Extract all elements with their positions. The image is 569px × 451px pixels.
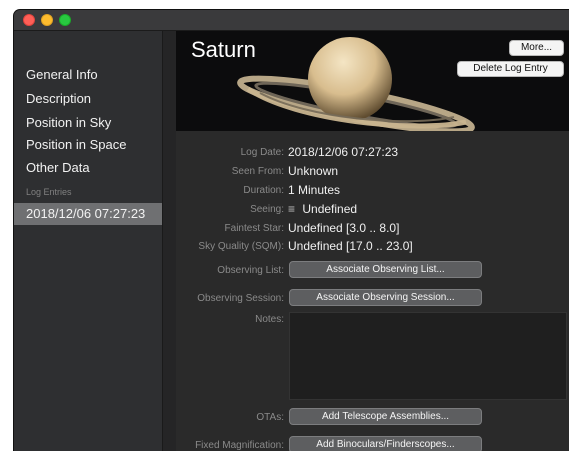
- observing-session-label: Observing Session:: [197, 293, 284, 304]
- sidebar-item-position-in-sky[interactable]: Position in Sky: [14, 112, 162, 134]
- seeing-value: Undefined: [302, 202, 358, 216]
- minimize-window-button[interactable]: [41, 14, 53, 26]
- menu-lines-icon: ≡: [288, 202, 296, 216]
- seen-from-label: Seen From:: [231, 166, 284, 177]
- close-window-button[interactable]: [23, 14, 35, 26]
- main-panel: Saturn More... Delete Log Entry Log Date…: [176, 31, 569, 451]
- delete-log-entry-button[interactable]: Delete Log Entry: [457, 61, 564, 77]
- zoom-window-button[interactable]: [59, 14, 71, 26]
- notes-field[interactable]: [289, 312, 567, 400]
- observing-list-label: Observing List:: [217, 265, 284, 276]
- sidebar-item-position-in-space[interactable]: Position in Space: [14, 134, 162, 156]
- fixed-magnification-label: Fixed Magnification:: [195, 440, 284, 451]
- associate-observing-session-button[interactable]: Associate Observing Session...: [289, 289, 482, 306]
- sky-quality-label: Sky Quality (SQM):: [198, 241, 284, 252]
- app-window: General Info Description Position in Sky…: [14, 10, 569, 451]
- duration-label: Duration:: [243, 185, 284, 196]
- seeing-label: Seeing:: [250, 204, 284, 215]
- add-telescope-assemblies-button[interactable]: Add Telescope Assemblies...: [289, 408, 482, 425]
- faintest-star-label: Faintest Star:: [224, 223, 284, 234]
- sidebar: General Info Description Position in Sky…: [14, 31, 163, 451]
- faintest-star-value: Undefined [3.0 .. 8.0]: [288, 221, 400, 235]
- log-entries-section-label: Log Entries: [26, 187, 72, 197]
- duration-value: 1 Minutes: [288, 183, 341, 197]
- more-button[interactable]: More...: [509, 40, 564, 56]
- sidebar-item-other-data[interactable]: Other Data: [14, 157, 162, 179]
- object-title: Saturn: [191, 37, 256, 62]
- sidebar-item-description[interactable]: Description: [14, 88, 162, 110]
- seeing-value-wrapper[interactable]: ≡ Undefined: [288, 202, 357, 216]
- log-date-label: Log Date:: [240, 147, 284, 158]
- object-header: Saturn More... Delete Log Entry: [176, 31, 569, 131]
- sidebar-item-general-info[interactable]: General Info: [14, 64, 162, 86]
- otas-label: OTAs:: [256, 412, 284, 423]
- notes-label: Notes:: [255, 314, 284, 325]
- associate-observing-list-button[interactable]: Associate Observing List...: [289, 261, 482, 278]
- title-bar: [14, 10, 569, 31]
- sky-quality-value: Undefined [17.0 .. 23.0]: [288, 239, 413, 253]
- log-date-value: 2018/12/06 07:27:23: [288, 145, 399, 159]
- add-binoculars-finderscopes-button[interactable]: Add Binoculars/Finderscopes...: [289, 436, 482, 451]
- sidebar-log-entry[interactable]: 2018/12/06 07:27:23: [14, 203, 162, 225]
- seen-from-value: Unknown: [288, 164, 339, 178]
